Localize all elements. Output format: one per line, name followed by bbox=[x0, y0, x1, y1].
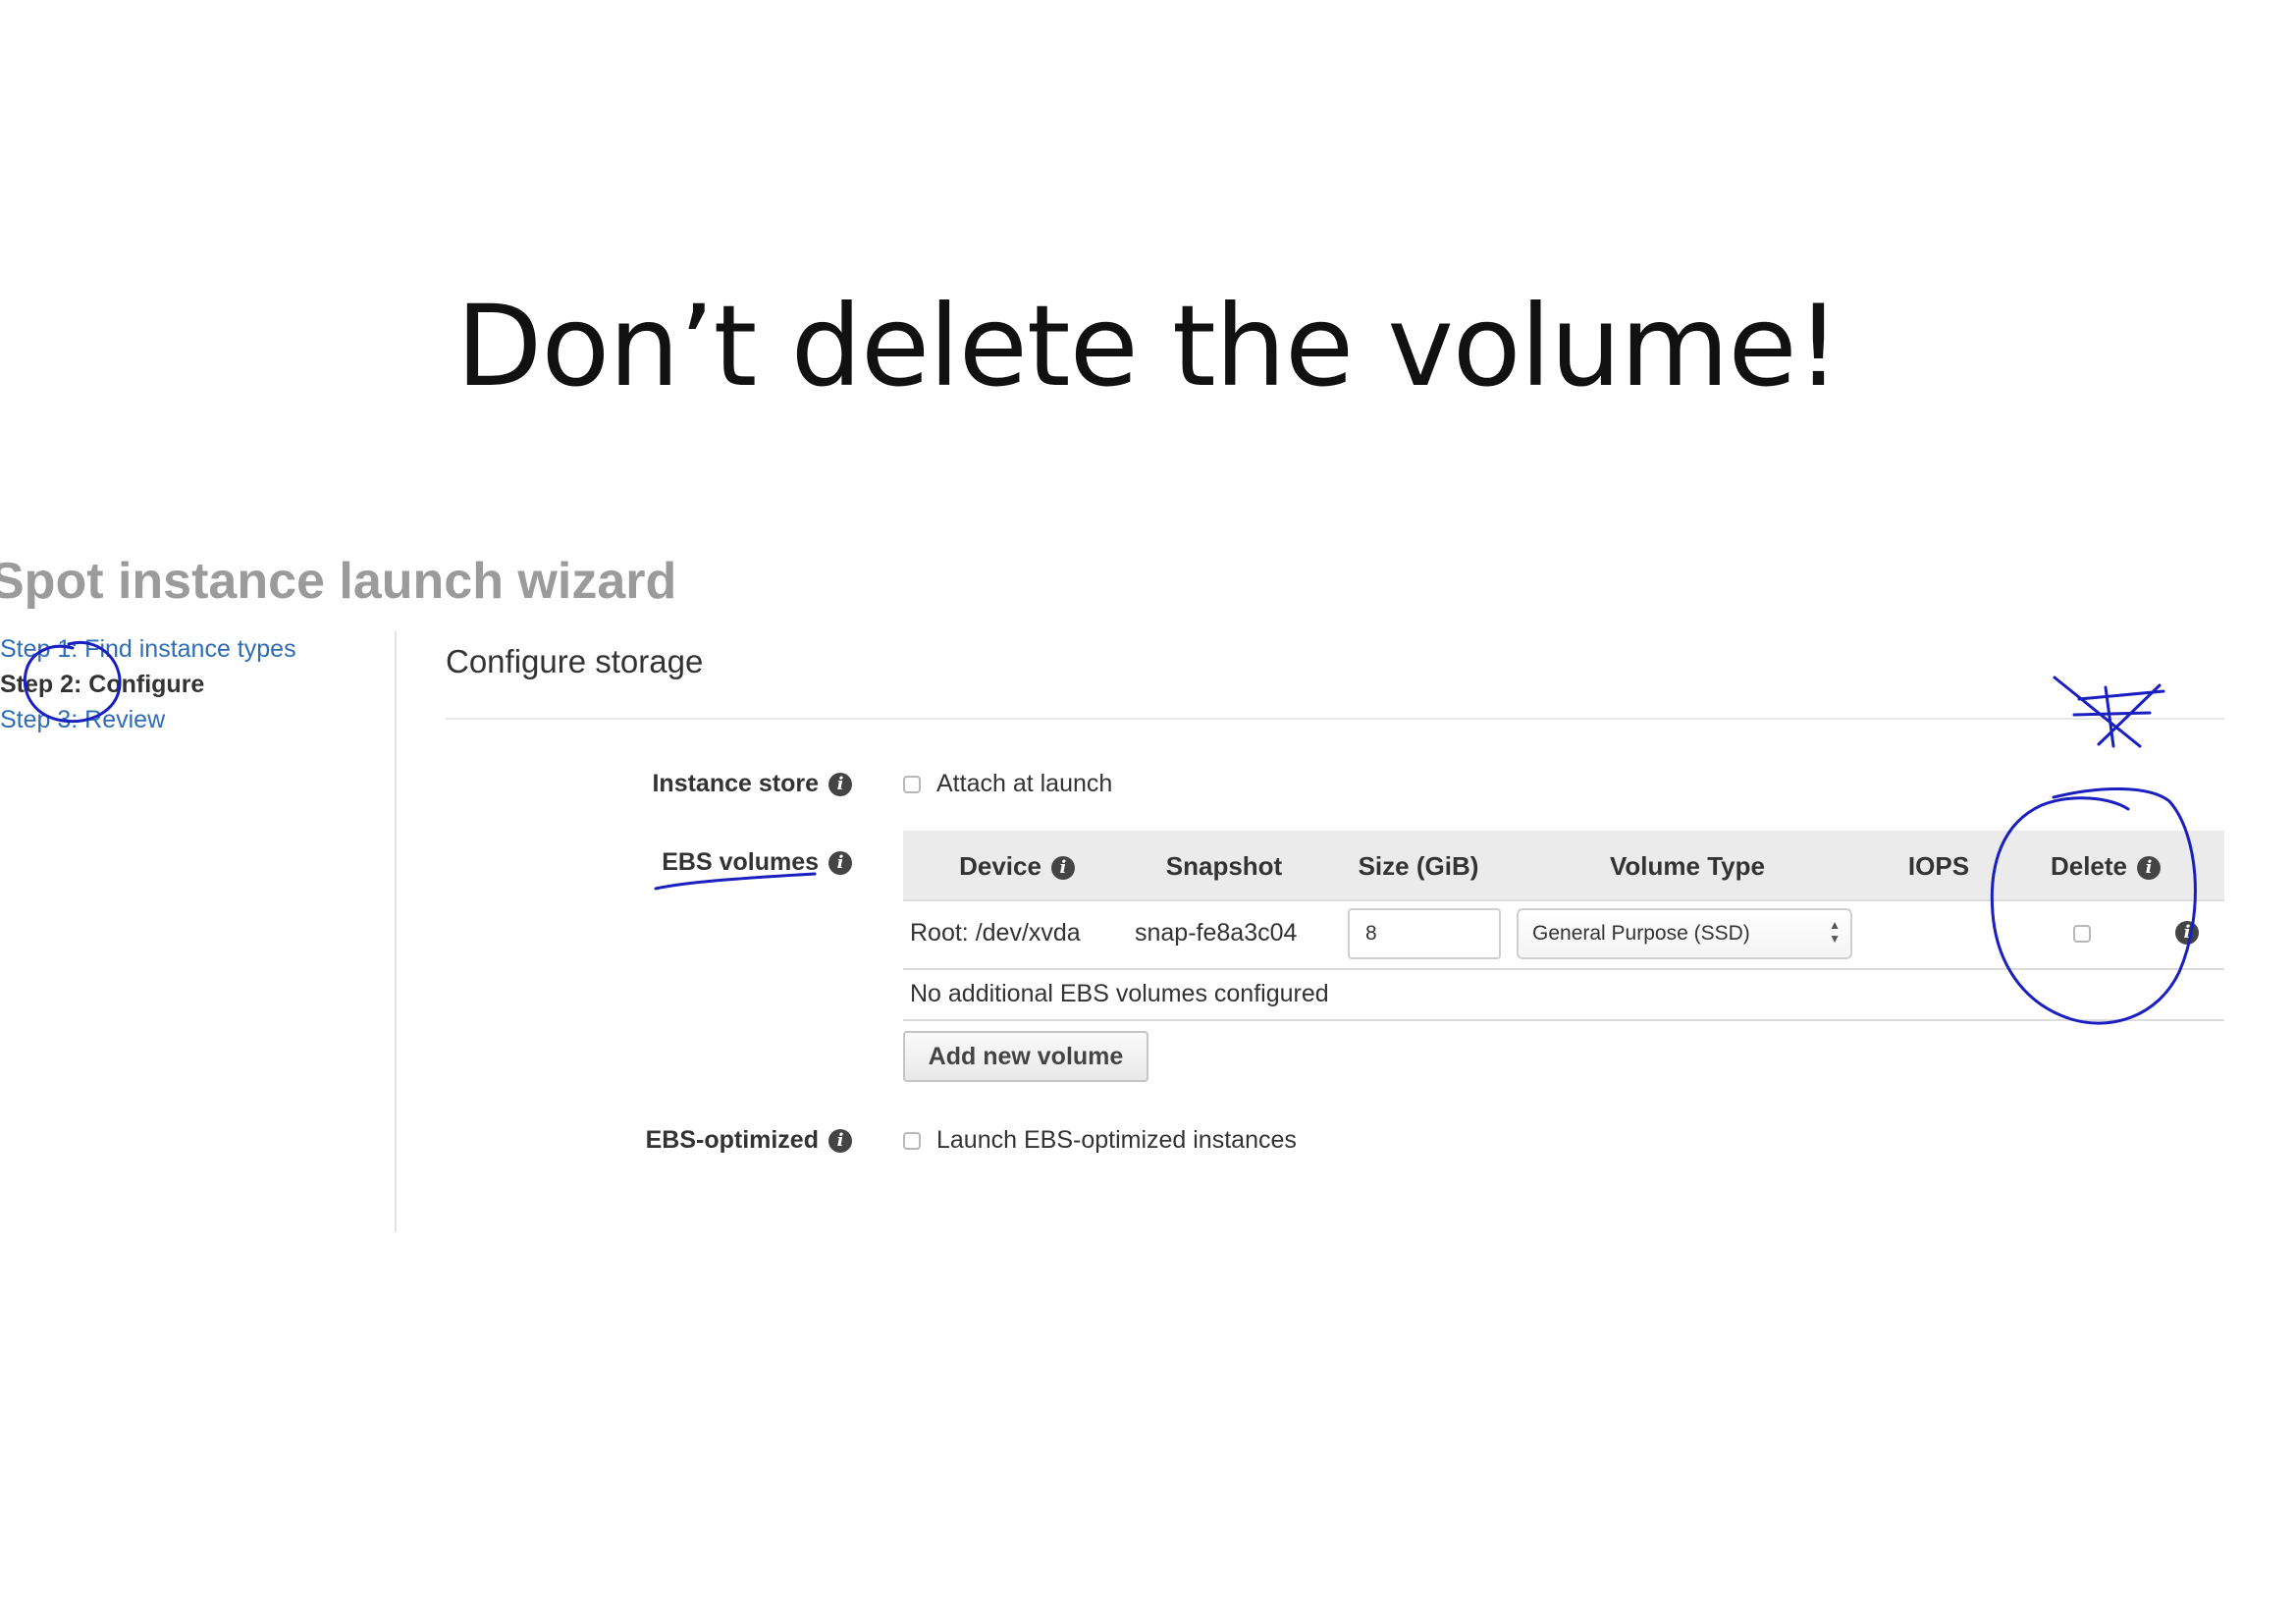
info-icon[interactable]: i bbox=[828, 1129, 852, 1154]
empty-volumes-row: No additional EBS volumes configured bbox=[903, 970, 2224, 1021]
add-new-volume-button[interactable]: Add new volume bbox=[903, 1031, 1148, 1082]
section-divider bbox=[446, 718, 2224, 720]
instance-store-label: Instance store i bbox=[440, 766, 852, 801]
ebs-optimized-label: EBS-optimized i bbox=[440, 1122, 852, 1158]
section-title: Configure storage bbox=[446, 643, 704, 679]
handwritten-annotations bbox=[23, 641, 2197, 1025]
size-input[interactable]: 8 bbox=[1348, 908, 1501, 959]
delete-on-termination-checkbox[interactable] bbox=[2073, 925, 2091, 943]
info-icon[interactable]: i bbox=[2137, 856, 2162, 881]
star-annotation bbox=[2053, 676, 2165, 748]
attach-at-launch-label: Attach at launch bbox=[936, 770, 1113, 797]
instance-store-label-text: Instance store bbox=[652, 770, 819, 797]
select-arrows-icon: ▲ ▼ bbox=[1829, 918, 1841, 946]
info-icon[interactable]: i bbox=[1050, 856, 1075, 881]
column-header-device: Device i bbox=[903, 831, 1131, 899]
volume-type-value: General Purpose (SSD) bbox=[1532, 922, 1750, 945]
ebs-optimized-option: Launch EBS-optimized instances bbox=[903, 1122, 1297, 1158]
column-header-size: Size (GiB) bbox=[1358, 851, 1479, 881]
instance-store-option: Attach at launch bbox=[903, 766, 1112, 801]
table-row: Root: /dev/xvda snap-fe8a3c04 8 General … bbox=[903, 901, 2224, 970]
column-header-volume-type: Volume Type bbox=[1610, 851, 1765, 881]
info-icon[interactable]: i bbox=[828, 773, 852, 797]
ebs-volumes-label-text: EBS volumes bbox=[662, 848, 819, 876]
volume-type-select[interactable]: General Purpose (SSD) ▲ ▼ bbox=[1517, 908, 1852, 959]
step-1-link[interactable]: Step 1: Find instance types bbox=[0, 631, 296, 667]
column-header-snapshot: Snapshot bbox=[1165, 851, 1283, 881]
slide-title: Don’t delete the volume! bbox=[455, 281, 1842, 411]
snapshot-cell: snap-fe8a3c04 bbox=[1135, 919, 1298, 947]
info-icon[interactable]: i bbox=[2175, 921, 2199, 945]
launch-ebs-optimized-label: Launch EBS-optimized instances bbox=[936, 1126, 1297, 1154]
wizard-divider bbox=[395, 631, 397, 1232]
empty-volumes-message: No additional EBS volumes configured bbox=[910, 980, 1329, 1007]
wizard-steps-nav: Step 1: Find instance types Step 2: Conf… bbox=[0, 631, 296, 737]
ebs-optimized-label-text: EBS-optimized bbox=[645, 1126, 819, 1154]
ebs-volumes-label: EBS volumes i bbox=[440, 844, 852, 880]
step-3-link[interactable]: Step 3: Review bbox=[0, 702, 296, 737]
attach-at-launch-checkbox[interactable] bbox=[903, 776, 921, 794]
column-header-iops: IOPS bbox=[1907, 851, 1970, 881]
info-icon[interactable]: i bbox=[828, 851, 852, 876]
column-header-delete: Delete i bbox=[2022, 831, 2189, 899]
step-2-current: Step 2: Configure bbox=[0, 671, 205, 698]
ebs-table-header: Device i Snapshot Size (GiB) Volume Type … bbox=[903, 831, 2224, 901]
device-cell: Root: /dev/xvda bbox=[910, 919, 1081, 947]
launch-ebs-optimized-checkbox[interactable] bbox=[903, 1132, 921, 1151]
wizard-title: Spot instance launch wizard bbox=[0, 553, 677, 610]
